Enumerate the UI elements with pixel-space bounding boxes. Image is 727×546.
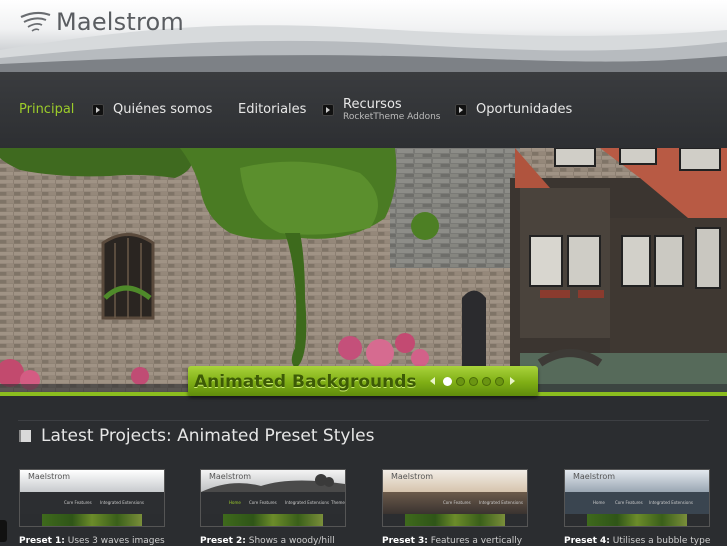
thumb-logo: Maelstrom — [573, 472, 616, 481]
project-thumbnail-1[interactable]: Maelstrom Core Features Integrated Exten… — [19, 469, 165, 527]
nav-item-oportunidades[interactable]: Oportunidades — [476, 102, 572, 117]
thumb-logo: Maelstrom — [28, 472, 71, 481]
project-thumbnail-3[interactable]: Maelstrom Core Features Integrated Exten… — [382, 469, 528, 527]
thumb-nav-core: Core Features — [443, 500, 471, 505]
slide-dot-2[interactable] — [456, 376, 465, 386]
slide-dot-1[interactable] — [443, 376, 452, 386]
thumb-nav-integrated: Integrated Extensions — [479, 500, 523, 505]
nav-arrow-icon — [92, 104, 104, 116]
thumb-nav-home: Home — [593, 500, 605, 505]
slide-dot-5[interactable] — [495, 376, 504, 386]
thumb-nav-integrated: Integrated Extensions — [649, 500, 693, 505]
section-title: Latest Projects: Animated Preset Styles — [41, 426, 375, 446]
thumb-nav-core: Core Features — [249, 500, 277, 505]
nav-item-recursos-sublabel: RocketTheme Addons — [343, 112, 441, 122]
hero-slideshow — [0, 148, 727, 396]
next-arrow-icon[interactable] — [510, 377, 515, 385]
logo-text: Maelstrom — [56, 8, 184, 36]
nav-item-quienes-somos[interactable]: Quiénes somos — [113, 102, 212, 117]
site-logo[interactable]: Maelstrom — [18, 8, 184, 36]
thumb-nav-core: Core Features — [615, 500, 643, 505]
section-divider — [18, 420, 709, 421]
thumb-nav-core: Core Features — [64, 500, 92, 505]
site-header: Maelstrom — [0, 0, 727, 72]
project-thumbnail-4[interactable]: Maelstrom Home Core Features Integrated … — [564, 469, 710, 527]
thumb-nav-home: Home — [229, 500, 241, 505]
slide-dot-4[interactable] — [482, 376, 491, 386]
nav-item-principal[interactable]: Principal — [19, 102, 74, 117]
nav-arrow-icon — [455, 104, 467, 116]
slide-dot-3[interactable] — [469, 376, 478, 386]
thumb-nav-theme: Theme — [331, 500, 345, 505]
previous-arrow-icon[interactable] — [430, 377, 435, 385]
nav-arrow-icon — [322, 104, 334, 116]
hero-image — [0, 148, 727, 396]
thumb-nav-integrated: Integrated Extensions — [100, 500, 144, 505]
hero-title: Animated Backgrounds — [194, 372, 417, 392]
project-thumbnail-2[interactable]: Maelstrom Home Core Features Integrated … — [200, 469, 346, 527]
thumb-nav-integrated: Integrated Extensions — [285, 500, 329, 505]
logo-swirl-icon — [20, 11, 51, 32]
thumb-logo: Maelstrom — [391, 472, 434, 481]
thumb-logo: Maelstrom — [209, 472, 252, 481]
document-icon — [19, 430, 31, 442]
nav-item-editoriales[interactable]: Editoriales — [238, 102, 306, 117]
slideshow-controls — [430, 375, 515, 387]
nav-item-recursos[interactable]: Recursos — [343, 97, 402, 112]
side-toggle-tab[interactable] — [0, 520, 7, 542]
